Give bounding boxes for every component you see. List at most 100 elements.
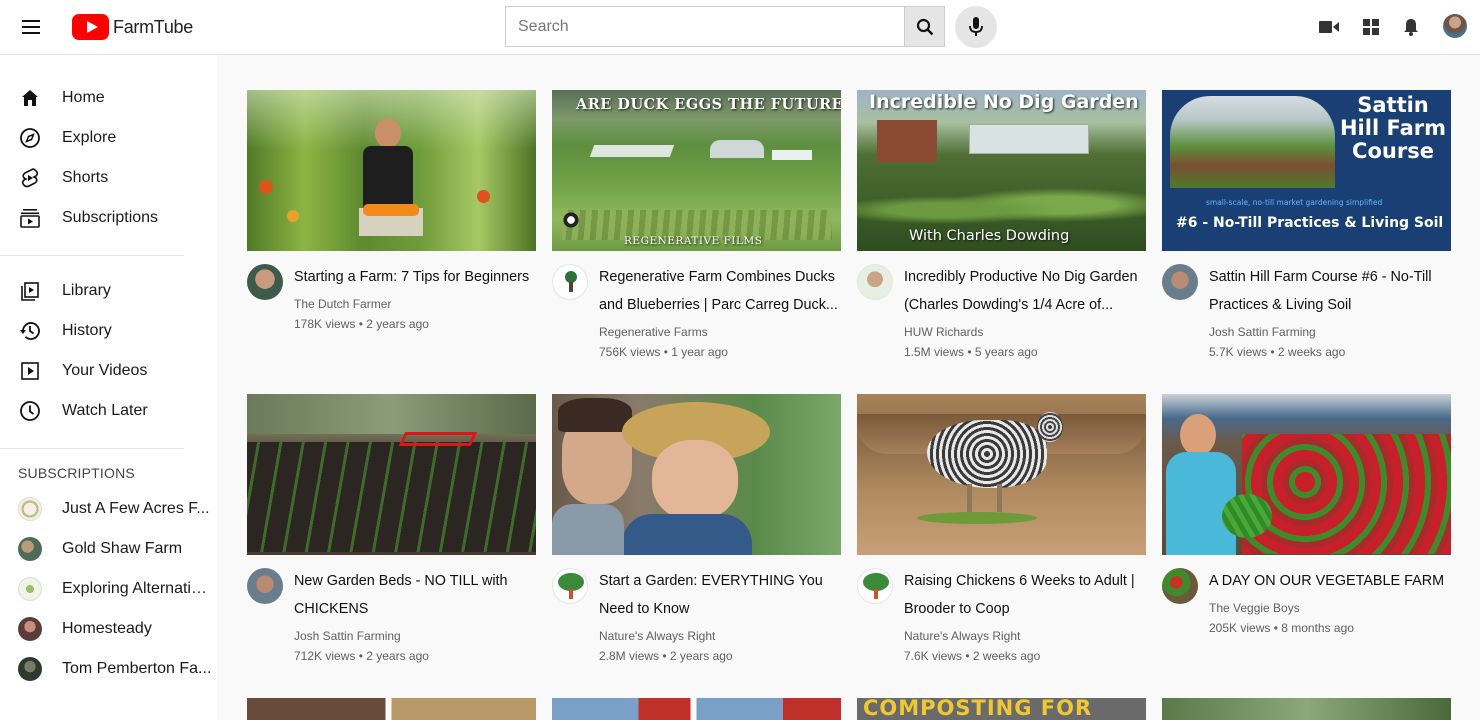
shorts-icon — [19, 167, 41, 189]
sidebar-subscription-item[interactable]: Gold Shaw Farm — [0, 529, 217, 569]
sidebar-item-library[interactable]: Library — [0, 271, 217, 311]
sidebar-item-label: Explore — [62, 129, 117, 146]
sidebar-subscription-item[interactable]: Homesteady — [0, 609, 217, 649]
channel-avatar[interactable] — [552, 568, 588, 604]
channel-avatar[interactable] — [552, 264, 588, 300]
user-avatar[interactable] — [1443, 14, 1467, 38]
notifications-bell-icon[interactable] — [1400, 16, 1422, 38]
microphone-icon — [969, 17, 983, 36]
video-title[interactable]: New Garden Beds - NO TILL with CHICKENS — [294, 567, 534, 623]
video-thumbnail[interactable]: Incredible No Dig Garden With Charles Do… — [857, 90, 1146, 251]
apps-icon[interactable] — [1360, 16, 1382, 38]
video-meta: 7.6K views • 2 weeks ago — [904, 649, 1041, 663]
channel-name[interactable]: The Dutch Farmer — [294, 297, 391, 311]
home-icon — [19, 87, 41, 109]
video-thumbnail[interactable]: Sattin Hill Farm Course small-scale, no-… — [1162, 90, 1451, 251]
thumbnail-caption: #6 - No-Till Practices & Living Soil — [1176, 215, 1444, 231]
video-meta: 712K views • 2 years ago — [294, 649, 429, 663]
channel-avatar — [18, 617, 42, 641]
search-input[interactable] — [505, 6, 904, 47]
video-title[interactable]: Sattin Hill Farm Course #6 - No-Till Pra… — [1209, 263, 1449, 319]
menu-icon[interactable] — [20, 16, 42, 38]
sidebar-subscription-item[interactable]: Tom Pemberton Fa... — [0, 649, 217, 689]
sidebar-item-label: Library — [62, 282, 111, 299]
video-thumbnail[interactable]: ARE DUCK EGGS THE FUTURE? REGENERATIVE F… — [552, 90, 841, 251]
sidebar-item-label: Watch Later — [62, 402, 148, 419]
compass-icon — [19, 127, 41, 149]
channel-name[interactable]: HUW Richards — [904, 325, 983, 339]
sidebar-item-watch-later[interactable]: Watch Later — [0, 391, 217, 431]
video-title[interactable]: A DAY ON OUR VEGETABLE FARM — [1209, 567, 1449, 595]
channel-avatar — [18, 537, 42, 561]
sidebar-item-label: Shorts — [62, 169, 109, 186]
sidebar-subscription-item[interactable]: Exploring Alternatives — [0, 569, 217, 609]
search-bar — [505, 6, 945, 47]
sidebar-item-label: History — [62, 322, 112, 339]
app-name: FarmTube — [113, 16, 193, 37]
channel-name[interactable]: Nature's Always Right — [904, 629, 1020, 643]
create-video-icon[interactable] — [1318, 16, 1340, 38]
video-thumbnail[interactable] — [1162, 698, 1451, 720]
sidebar-item-subscriptions[interactable]: Subscriptions — [0, 198, 217, 238]
channel-avatar — [18, 657, 42, 681]
play-logo-icon — [72, 14, 109, 40]
channel-avatar[interactable] — [857, 264, 893, 300]
channel-name[interactable]: Regenerative Farms — [599, 325, 708, 339]
video-title[interactable]: Raising Chickens 6 Weeks to Adult | Broo… — [904, 567, 1144, 623]
video-meta: 1.5M views • 5 years ago — [904, 345, 1038, 359]
sidebar-subscription-label: Gold Shaw Farm — [62, 540, 183, 557]
channel-name[interactable]: The Veggie Boys — [1209, 601, 1300, 615]
channel-name[interactable]: Josh Sattin Farming — [294, 629, 401, 643]
sidebar-item-your-videos[interactable]: Your Videos — [0, 351, 217, 391]
channel-avatar[interactable] — [857, 568, 893, 604]
thumbnail-caption: small-scale, no-till market gardening si… — [1206, 198, 1383, 207]
sidebar-subscription-label: Exploring Alternatives — [62, 580, 214, 597]
video-meta: 178K views • 2 years ago — [294, 317, 429, 331]
search-button[interactable] — [904, 6, 945, 47]
channel-name[interactable]: Nature's Always Right — [599, 629, 715, 643]
channel-avatar[interactable] — [247, 568, 283, 604]
video-thumbnail[interactable] — [247, 90, 536, 251]
your-videos-icon — [19, 360, 41, 382]
sidebar: Home Explore Shorts Subscriptions Librar… — [0, 55, 217, 720]
channel-avatar[interactable] — [247, 264, 283, 300]
thumbnail-caption: COMPOSTING FOR — [863, 698, 1093, 720]
video-meta: 756K views • 1 year ago — [599, 345, 728, 359]
channel-name[interactable]: Josh Sattin Farming — [1209, 325, 1316, 339]
video-thumbnail[interactable]: COMPOSTING FOR — [857, 698, 1146, 720]
app-logo[interactable]: FarmTube — [72, 13, 193, 41]
top-bar: FarmTube — [0, 0, 1480, 55]
sidebar-item-label: Your Videos — [62, 362, 148, 379]
clock-icon — [19, 400, 41, 422]
voice-search-button[interactable] — [955, 6, 997, 48]
sidebar-divider — [0, 448, 184, 449]
video-thumbnail[interactable] — [247, 394, 536, 555]
channel-avatar — [18, 577, 42, 601]
video-thumbnail[interactable] — [552, 394, 841, 555]
channel-avatar[interactable] — [1162, 568, 1198, 604]
video-thumbnail[interactable] — [1162, 394, 1451, 555]
video-thumbnail[interactable] — [247, 698, 536, 720]
thumbnail-caption: REGENERATIVE FILMS — [624, 235, 763, 247]
video-title[interactable]: Start a Garden: EVERYTHING You Need to K… — [599, 567, 839, 623]
sidebar-item-history[interactable]: History — [0, 311, 217, 351]
sidebar-item-shorts[interactable]: Shorts — [0, 158, 217, 198]
video-meta: 5.7K views • 2 weeks ago — [1209, 345, 1346, 359]
thumbnail-caption: ARE DUCK EGGS THE FUTURE? — [576, 96, 841, 113]
sidebar-item-explore[interactable]: Explore — [0, 118, 217, 158]
video-title[interactable]: Incredibly Productive No Dig Garden (Cha… — [904, 263, 1144, 319]
thumbnail-caption: With Charles Dowding — [909, 228, 1070, 244]
search-icon — [916, 18, 933, 35]
sidebar-item-home[interactable]: Home — [0, 78, 217, 118]
video-title[interactable]: Starting a Farm: 7 Tips for Beginners — [294, 263, 534, 291]
sidebar-item-label: Subscriptions — [62, 209, 159, 226]
sidebar-divider — [0, 255, 184, 256]
video-thumbnail[interactable] — [552, 698, 841, 720]
sidebar-item-label: Home — [62, 89, 105, 106]
channel-avatar[interactable] — [1162, 264, 1198, 300]
video-meta: 205K views • 8 months ago — [1209, 621, 1354, 635]
sidebar-subscription-item[interactable]: Just A Few Acres F... — [0, 489, 217, 529]
video-thumbnail[interactable] — [857, 394, 1146, 555]
sidebar-subscription-label: Just A Few Acres F... — [62, 500, 210, 517]
video-title[interactable]: Regenerative Farm Combines Ducks and Blu… — [599, 263, 839, 319]
